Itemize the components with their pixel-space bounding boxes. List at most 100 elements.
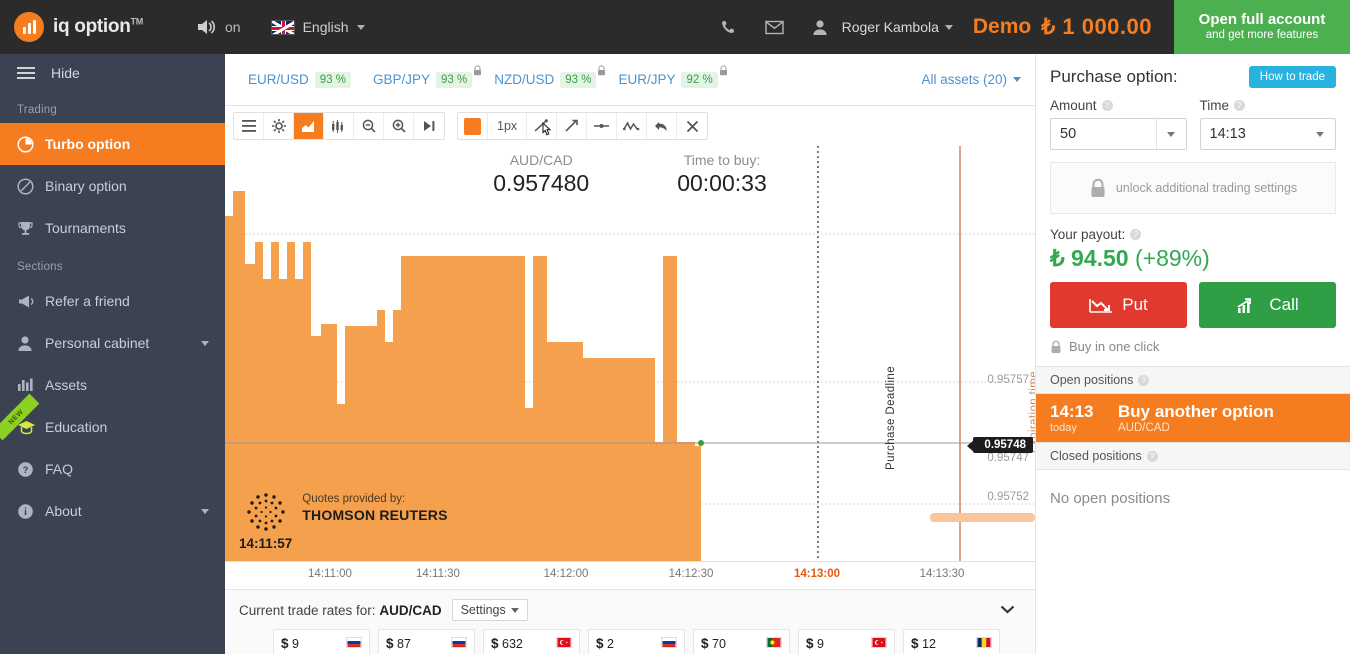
menu-icon[interactable]	[234, 113, 264, 139]
amount-input[interactable]	[1051, 126, 1156, 142]
purchase-option-header: Purchase option: How to trade	[1050, 66, 1336, 88]
zoom-in-icon[interactable]	[384, 113, 414, 139]
line-width-selector[interactable]: 1px	[488, 113, 527, 139]
gear-icon[interactable]	[264, 113, 294, 139]
call-button[interactable]: Call	[1199, 282, 1336, 328]
price-chart[interactable]: AUD/CAD 0.957480 Time to buy: 00:00:33	[225, 146, 1035, 561]
svg-text:i: i	[24, 507, 27, 518]
open-position-row[interactable]: 14:13 today Buy another option AUD/CAD	[1036, 394, 1350, 442]
help-icon[interactable]: ?	[1138, 375, 1149, 386]
asset-tab-gbp-jpy[interactable]: GBP/JPY 93 %	[364, 65, 481, 95]
turbo-option-icon	[17, 136, 45, 153]
buy-one-click-label: Buy in one click	[1069, 339, 1159, 354]
sidebar-item-label: FAQ	[45, 461, 73, 477]
user-menu[interactable]: Roger Kambola	[798, 19, 953, 36]
amount-dropdown-button[interactable]	[1156, 119, 1186, 149]
undo-icon[interactable]	[647, 113, 677, 139]
chevron-down-icon	[1167, 132, 1175, 137]
put-button[interactable]: Put	[1050, 282, 1187, 328]
help-icon[interactable]: ?	[1147, 451, 1158, 462]
color-swatch	[464, 118, 481, 135]
buy-one-click-row[interactable]: Buy in one click	[1050, 339, 1336, 354]
color-swatch-button[interactable]	[458, 113, 488, 139]
sidebar-item-about[interactable]: i About	[0, 490, 225, 532]
sidebar-item-education[interactable]: NEW Education	[0, 406, 225, 448]
watermark-provider-label: Quotes provided by:	[302, 493, 447, 505]
hamburger-icon	[17, 67, 35, 79]
unlock-settings-banner[interactable]: unlock additional trading settings	[1050, 162, 1336, 214]
draw-arrow-icon[interactable]	[557, 113, 587, 139]
asset-tab-eur-jpy[interactable]: EUR/JPY 92 %	[609, 65, 726, 95]
purchase-option-title: Purchase option:	[1050, 67, 1178, 87]
how-to-trade-button[interactable]: How to trade	[1249, 66, 1336, 88]
payout-value-row: ₺ 94.50 (+89%)	[1050, 245, 1336, 272]
skip-to-end-icon[interactable]	[414, 113, 444, 139]
sidebar-item-label: Binary option	[45, 178, 127, 194]
sidebar-item-label: Assets	[45, 377, 87, 393]
rate-currency: $	[491, 636, 499, 651]
asset-payout: 93 %	[315, 72, 351, 88]
time-input[interactable]	[1201, 126, 1306, 142]
bar-chart-icon	[17, 377, 45, 393]
mail-icon[interactable]	[765, 20, 784, 35]
sidebar-item-faq[interactable]: ? FAQ	[0, 448, 225, 490]
flag-icon-ro	[976, 637, 992, 648]
payout-amount: ₺ 94.50	[1050, 245, 1129, 271]
area-chart-icon[interactable]	[294, 113, 324, 139]
watermark-time: 14:11:57	[239, 536, 292, 551]
sound-toggle[interactable]: on	[196, 18, 241, 36]
open-positions-header: Open positions ?	[1036, 366, 1350, 394]
zoom-out-icon[interactable]	[354, 113, 384, 139]
rates-settings-button[interactable]: Settings	[452, 599, 528, 621]
asset-tab-eur-usd[interactable]: EUR/USD 93 %	[239, 65, 360, 95]
open-positions-label: Open positions	[1050, 373, 1133, 387]
asset-tab-nzd-usd[interactable]: NZD/USD 93 %	[485, 65, 605, 95]
clear-icon[interactable]	[677, 113, 707, 139]
iq-option-trading-app: iq optionTM on English	[0, 0, 1350, 654]
trade-rate-card: $ 2 ↗0.95749 14:10:17	[588, 629, 685, 654]
trade-rates-title: Current trade rates for: AUD/CAD	[239, 603, 442, 618]
trade-rate-cards: $ 9 ↗0.95782 14:09:50 $ 87 ↗0.95778 14:0…	[225, 621, 1035, 654]
sidebar-item-binary-option[interactable]: Binary option	[0, 165, 225, 207]
sidebar-item-label: Refer a friend	[45, 293, 130, 309]
candlestick-chart-icon[interactable]	[324, 113, 354, 139]
brand-logo[interactable]: iq optionTM	[0, 12, 180, 42]
horizontal-line-icon[interactable]	[587, 113, 617, 139]
sidebar-item-personal-cabinet[interactable]: Personal cabinet	[0, 322, 225, 364]
zigzag-line-icon[interactable]	[617, 113, 647, 139]
payout-label: Your payout:	[1050, 227, 1125, 242]
help-icon[interactable]: ?	[1130, 229, 1141, 240]
trademark-symbol: TM	[131, 17, 143, 27]
sidebar-item-turbo-option[interactable]: Turbo option	[0, 123, 225, 165]
settings-label: Settings	[461, 603, 506, 617]
phone-icon[interactable]	[720, 19, 737, 36]
rate-amount: 12	[922, 637, 936, 651]
time-input-box[interactable]	[1200, 118, 1337, 150]
lock-icon	[719, 65, 728, 76]
sidebar-item-tournaments[interactable]: Tournaments	[0, 207, 225, 249]
chart-asset-block: AUD/CAD 0.957480	[493, 152, 589, 197]
chevron-down-icon	[511, 608, 519, 613]
sidebar-item-refer-a-friend[interactable]: Refer a friend	[0, 280, 225, 322]
collapse-rates-chevron-down-icon[interactable]	[1000, 602, 1015, 617]
trade-rate-card: $ 87 ↗0.95778 14:09:53	[378, 629, 475, 654]
sidebar-item-label: About	[45, 503, 82, 519]
price-tick-1: 0.95752	[987, 491, 1029, 503]
rate-currency: $	[596, 636, 604, 651]
help-icon[interactable]: ?	[1234, 100, 1245, 111]
chevron-down-icon	[201, 341, 209, 346]
rate-currency: $	[281, 636, 289, 651]
uk-flag-icon	[271, 20, 295, 35]
rate-amount: 70	[712, 637, 726, 651]
draw-line-icon[interactable]	[527, 113, 557, 139]
sidebar-hide-button[interactable]: Hide	[0, 54, 225, 92]
payout-label-row: Your payout: ?	[1050, 227, 1336, 242]
amount-input-box[interactable]	[1050, 118, 1187, 150]
language-selector[interactable]: English	[271, 19, 365, 35]
payout-percent: (+89%)	[1135, 245, 1210, 271]
help-icon[interactable]: ?	[1102, 100, 1113, 111]
time-dropdown-button[interactable]	[1305, 119, 1335, 149]
all-assets-dropdown[interactable]: All assets (20)	[921, 72, 1021, 87]
open-full-account-button[interactable]: Open full account and get more features	[1174, 0, 1350, 54]
trade-rate-card: $ 632 ↗0.95774 14:10:02	[483, 629, 580, 654]
